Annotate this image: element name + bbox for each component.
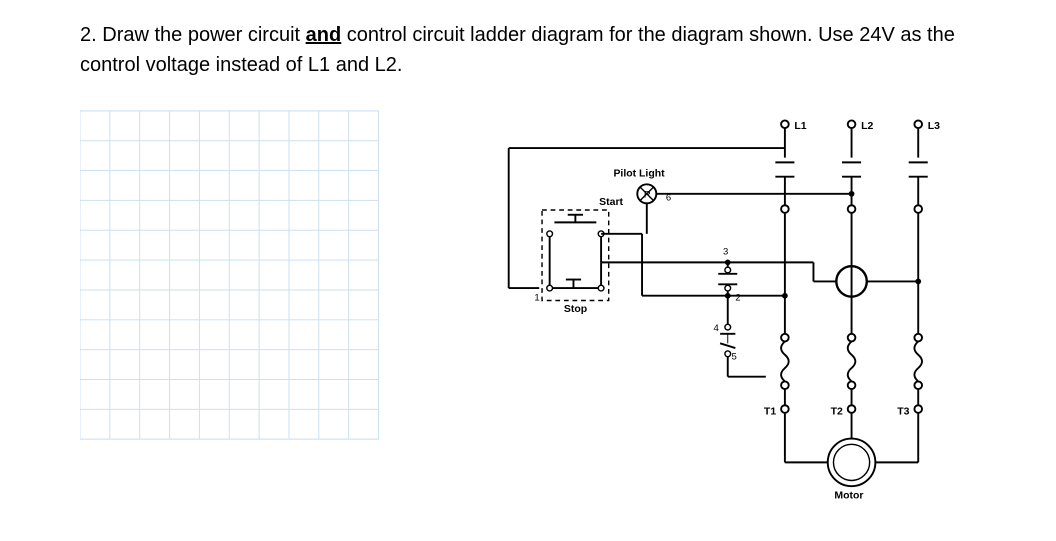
t3-label: T3 <box>897 407 909 418</box>
stop-label: Stop <box>563 304 586 315</box>
power-line-l2: L2 <box>847 120 873 157</box>
overload-heaters <box>781 334 922 389</box>
node-4: 4 <box>713 323 719 334</box>
question-text: 2. Draw the power circuit and control ci… <box>80 20 976 80</box>
l1-label: L1 <box>794 121 806 132</box>
t1-label: T1 <box>763 407 775 418</box>
main-contacts <box>775 162 927 212</box>
node-1: 1 <box>534 292 539 303</box>
pilot-light-symbol: R <box>637 184 656 203</box>
question-underlined: and <box>306 24 342 46</box>
node-3: 3 <box>722 247 727 258</box>
overload-contact: 4 5 <box>713 296 765 377</box>
answer-grid[interactable] <box>80 110 379 450</box>
l2-label: L2 <box>861 121 873 132</box>
question-part1: Draw the power circuit <box>102 24 305 46</box>
pilot-light-label: Pilot Light <box>613 169 665 180</box>
motor-symbol <box>827 439 875 487</box>
node-5: 5 <box>731 352 736 363</box>
pilot-r-label: R <box>643 190 650 201</box>
question-number: 2. <box>80 24 97 46</box>
power-line-l1: L1 <box>781 120 807 157</box>
node-2: 2 <box>735 292 740 303</box>
power-line-l3: L3 <box>914 120 940 157</box>
start-label: Start <box>599 197 623 208</box>
motor-label: Motor <box>834 491 863 502</box>
t2-label: T2 <box>830 407 842 418</box>
circuit-diagram: L1 L2 L3 <box>479 110 977 510</box>
content-area: L1 L2 L3 <box>80 110 976 510</box>
l3-label: L3 <box>927 121 939 132</box>
